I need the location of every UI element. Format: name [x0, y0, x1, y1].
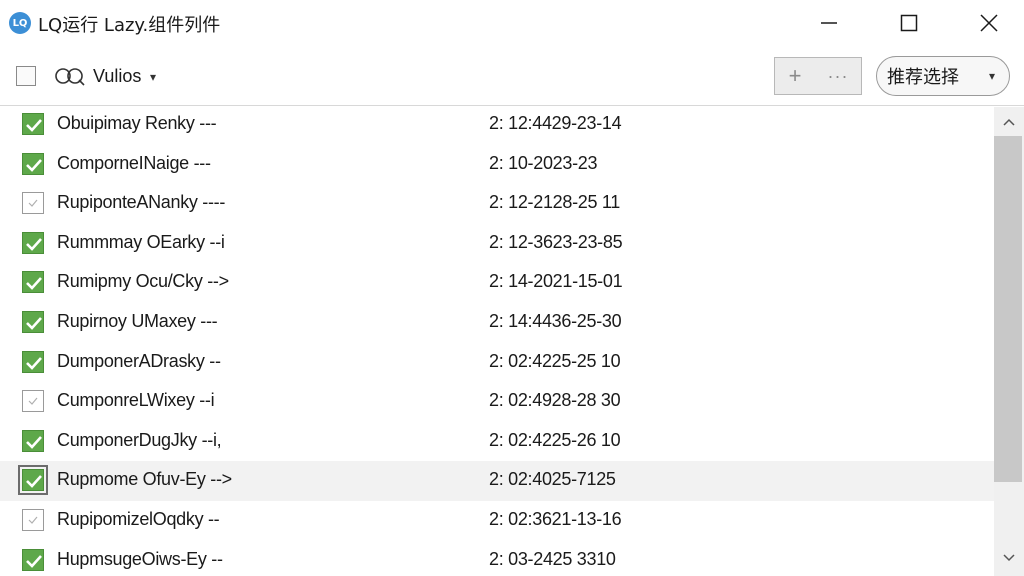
row-timestamp: 2: 12-3623-23-85 [489, 231, 623, 252]
row-checkbox[interactable] [22, 311, 44, 333]
row-timestamp: 2: 02:4928-28 30 [489, 390, 621, 411]
list-item[interactable]: HupmsugeOiws-Ey -- 2: 03-2425 3310 [0, 541, 994, 576]
checkmark-icon [26, 237, 42, 251]
checkmark-icon [28, 516, 38, 524]
row-timestamp: 2: 10-2023-23 [489, 152, 598, 173]
row-checkbox[interactable] [22, 548, 44, 571]
row-name: ComporneINaige --- [57, 152, 211, 173]
row-checkbox[interactable] [22, 390, 44, 413]
scrollbar-thumb[interactable] [994, 136, 1022, 482]
checkmark-icon [26, 119, 42, 132]
title-bar: LQ LQ运行 Lazy.组件列件 [0, 0, 1024, 46]
row-checkbox[interactable] [22, 192, 44, 215]
select-all-checkbox[interactable] [16, 66, 36, 86]
row-name: DumponerADrasky -- [57, 350, 221, 371]
checkmark-icon [26, 475, 42, 489]
row-timestamp: 2: 02:4225-25 10 [489, 350, 621, 371]
row-name: RupiponteANanky ---- [57, 192, 226, 213]
list-item[interactable]: RupiponteANanky ---- 2: 12-2128-25 11 [0, 184, 994, 224]
add-button[interactable]: + [775, 57, 815, 95]
maximize-button[interactable] [880, 0, 938, 46]
component-list: Obuipimay Renky --- 2: 12:4429-23-14 Compo… [0, 107, 994, 576]
list-item[interactable]: RupipomizelOqdky -- 2: 02:3621-13-16 [0, 501, 994, 541]
list-item[interactable]: CumponerDugJky --i, 2: 02:4225-26 10 [0, 422, 994, 462]
list-item[interactable]: CumponreLWixey --i 2: 02:4928-28 30 [0, 382, 994, 422]
row-name: CumponerDugJky --i, [57, 429, 222, 450]
row-checkbox[interactable] [22, 429, 44, 452]
list-item[interactable]: Rummmay OEarky --i 2: 12-3623-23-85 [0, 224, 994, 264]
list-item[interactable]: Rupirnoy UMaxey --- 2: 14:4436-25-30 [0, 303, 994, 343]
checkmark-icon [28, 199, 38, 208]
minimize-icon [821, 22, 837, 24]
close-button[interactable] [960, 0, 1018, 46]
list-item[interactable]: DumponerADrasky -- 2: 02:4225-25 10 [0, 343, 994, 383]
row-name: RupipomizelOqdky -- [57, 509, 220, 529]
row-name: Rupirnoy UMaxey --- [57, 311, 218, 331]
more-button[interactable]: ··· [815, 59, 861, 93]
close-icon [980, 14, 998, 32]
row-timestamp: 2: 02:3621-13-16 [489, 509, 622, 529]
users-icon[interactable] [52, 64, 88, 88]
row-name: CumponreLWixey --i [57, 390, 215, 411]
list-item[interactable]: Rumipmy Ocu/Cky --> 2: 14-2021-15-01 [0, 263, 994, 303]
minimize-button[interactable] [800, 0, 858, 46]
checkmark-icon [26, 158, 42, 172]
row-checkbox[interactable] [22, 113, 44, 135]
scroll-down-arrow-icon[interactable] [994, 546, 1024, 570]
maximize-icon [900, 14, 918, 32]
app-logo-icon: LQ [9, 12, 31, 34]
recommend-select-dropdown[interactable]: 推荐选择 ▾ [876, 56, 1010, 96]
row-checkbox[interactable] [22, 350, 44, 373]
row-name: Rummmay OEarky --i [57, 231, 225, 252]
row-timestamp: 2: 12:4429-23-14 [489, 113, 622, 133]
checkmark-icon [26, 317, 42, 330]
row-timestamp: 2: 12-2128-25 11 [489, 192, 620, 213]
scroll-up-arrow-icon[interactable] [994, 110, 1024, 134]
row-checkbox[interactable] [22, 509, 44, 531]
row-checkbox[interactable] [22, 271, 44, 294]
row-name: Rupmome Ofuv-Ey --> [57, 469, 232, 490]
user-dropdown-label[interactable]: Vulios [93, 66, 141, 87]
row-timestamp: 2: 02:4225-26 10 [489, 429, 621, 450]
row-timestamp: 2: 14:4436-25-30 [489, 311, 622, 331]
row-name: HupmsugeOiws-Ey -- [57, 548, 223, 569]
row-timestamp: 2: 03-2425 3310 [489, 548, 616, 569]
row-name: Obuipimay Renky --- [57, 113, 217, 133]
row-checkbox[interactable] [22, 231, 44, 254]
recommend-select-label: 推荐选择 [887, 67, 959, 88]
row-name: Rumipmy Ocu/Cky --> [57, 271, 229, 292]
list-item[interactable]: Obuipimay Renky --- 2: 12:4429-23-14 [0, 107, 994, 145]
checkmark-icon [28, 397, 38, 406]
checkmark-icon [26, 277, 42, 291]
row-checkbox[interactable] [22, 152, 44, 175]
row-timestamp: 2: 02:4025-7125 [489, 469, 616, 490]
list-item[interactable]: Rupmome Ofuv-Ey --> 2: 02:4025-7125 [0, 461, 994, 502]
checkmark-icon [26, 356, 42, 370]
list-item[interactable]: ComporneINaige --- 2: 10-2023-23 [0, 145, 994, 185]
action-button-group: + ··· [774, 57, 862, 95]
checkmark-icon [26, 554, 42, 568]
row-checkbox[interactable] [18, 465, 48, 496]
chevron-down-icon[interactable]: ▾ [150, 70, 156, 84]
window-title: LQ运行 Lazy.组件列件 [38, 15, 221, 36]
row-timestamp: 2: 14-2021-15-01 [489, 271, 623, 292]
checkmark-icon [26, 435, 42, 449]
chevron-down-icon: ▾ [988, 69, 995, 83]
